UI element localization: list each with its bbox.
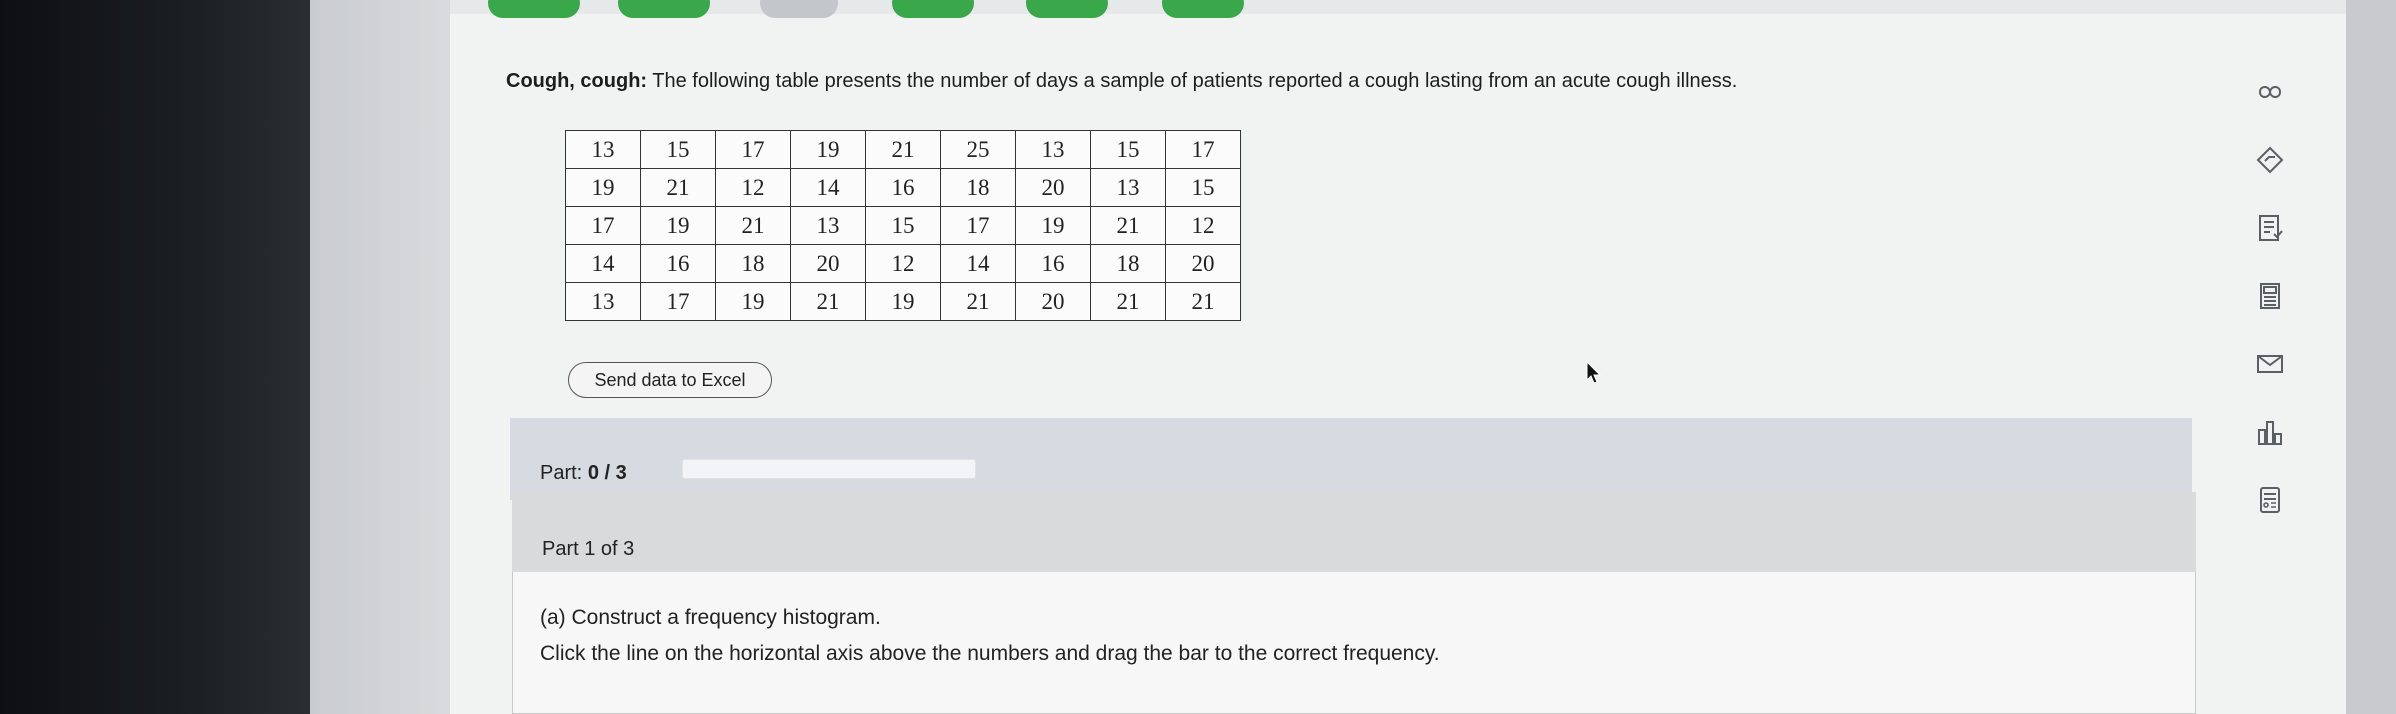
table-cell: 21	[1090, 206, 1166, 245]
table-cell: 18	[940, 168, 1016, 207]
table-cell: 16	[640, 244, 716, 283]
bar-chart-icon[interactable]	[2240, 408, 2300, 456]
send-to-excel-button[interactable]: Send data to Excel	[568, 362, 772, 398]
calculator-icon[interactable]	[2240, 272, 2300, 320]
table-cell: 12	[865, 244, 941, 283]
left-margin	[310, 0, 450, 714]
nav-pill-1[interactable]	[488, 0, 580, 18]
table-row: 14 16 18 20 12 14 16 18 20	[565, 244, 1241, 283]
part1-title: Part 1 of 3	[542, 538, 635, 560]
table-cell: 21	[715, 206, 791, 245]
question-body: The following table presents the number …	[652, 70, 1738, 92]
nav-pill-2[interactable]	[618, 0, 710, 18]
answer-tag-icon[interactable]	[2240, 136, 2300, 184]
instruction-b: Click the line on the horizontal axis ab…	[540, 642, 1440, 665]
right-margin	[2346, 0, 2396, 714]
table-cell: 19	[790, 130, 866, 169]
table-cell: 20	[1015, 168, 1091, 207]
formula-sheet-icon[interactable]	[2240, 476, 2300, 524]
table-cell: 15	[640, 130, 716, 169]
table-cell: 13	[790, 206, 866, 245]
data-table: 13 15 17 19 21 25 13 15 17 19 21 12 14 16 18 20 13 15 17 19…	[565, 130, 1241, 321]
part1-header	[512, 492, 2196, 572]
table-cell: 19	[565, 168, 641, 207]
monitor-bezel	[0, 0, 310, 714]
table-cell: 17	[715, 130, 791, 169]
mouse-cursor-icon	[1586, 361, 1602, 384]
top-nav-strip	[450, 0, 2346, 14]
table-cell: 18	[1090, 244, 1166, 283]
table-cell: 17	[565, 206, 641, 245]
table-cell: 15	[1090, 130, 1166, 169]
question-lead: Cough, cough:	[506, 70, 648, 92]
table-row: 13 17 19 21 19 21 20 21 21	[565, 282, 1241, 321]
table-cell: 19	[865, 282, 941, 321]
table-row: 17 19 21 13 15 17 19 21 12	[565, 206, 1241, 245]
infinity-icon[interactable]	[2240, 68, 2300, 116]
table-cell: 16	[865, 168, 941, 207]
mail-icon[interactable]	[2240, 340, 2300, 388]
table-cell: 14	[790, 168, 866, 207]
table-cell: 14	[940, 244, 1016, 283]
table-cell: 21	[640, 168, 716, 207]
part-progress-value: 0 / 3	[587, 462, 627, 484]
table-cell: 17	[1165, 130, 1241, 169]
table-cell: 21	[940, 282, 1016, 321]
nav-pill-5[interactable]	[1026, 0, 1108, 18]
table-cell: 21	[865, 130, 941, 169]
table-cell: 17	[640, 282, 716, 321]
table-cell: 19	[640, 206, 716, 245]
table-row: 19 21 12 14 16 18 20 13 15	[565, 168, 1241, 207]
question-text: Cough, cough: The following table presen…	[506, 70, 1737, 93]
table-cell: 12	[1165, 206, 1241, 245]
nav-pill-6[interactable]	[1162, 0, 1244, 18]
table-cell: 13	[565, 130, 641, 169]
table-cell: 13	[1015, 130, 1091, 169]
table-cell: 13	[565, 282, 641, 321]
table-cell: 12	[715, 168, 791, 207]
table-cell: 16	[1015, 244, 1091, 283]
table-cell: 20	[1015, 282, 1091, 321]
table-cell: 19	[715, 282, 791, 321]
table-cell: 20	[1165, 244, 1241, 283]
part-progress-label: Part: 0 / 3	[540, 462, 627, 485]
table-cell: 25	[940, 130, 1016, 169]
nav-pill-3[interactable]	[760, 0, 838, 18]
progress-track	[682, 459, 976, 479]
table-cell: 13	[1090, 168, 1166, 207]
table-row: 13 15 17 19 21 25 13 15 17	[565, 130, 1241, 169]
table-cell: 21	[790, 282, 866, 321]
part-label-text: Part:	[540, 462, 583, 484]
table-cell: 15	[865, 206, 941, 245]
table-cell: 17	[940, 206, 1016, 245]
checklist-icon[interactable]	[2240, 204, 2300, 252]
table-cell: 19	[1015, 206, 1091, 245]
nav-pill-4[interactable]	[892, 0, 974, 18]
table-cell: 20	[790, 244, 866, 283]
table-cell: 18	[715, 244, 791, 283]
table-cell: 14	[565, 244, 641, 283]
table-cell: 21	[1165, 282, 1241, 321]
table-cell: 21	[1090, 282, 1166, 321]
instruction-a: (a) Construct a frequency histogram.	[540, 606, 881, 629]
table-cell: 15	[1165, 168, 1241, 207]
